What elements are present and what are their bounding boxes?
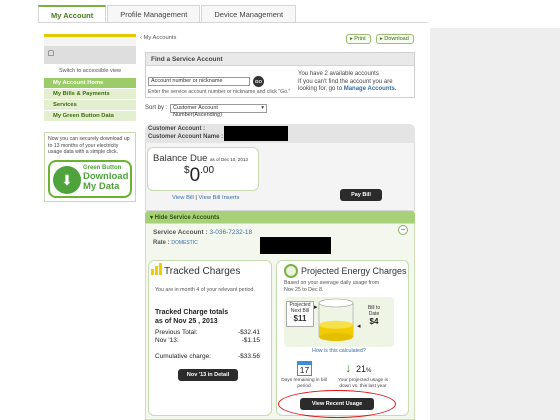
account-search-hint: Enter the service account number or nick… bbox=[148, 89, 291, 95]
manage-accounts-link[interactable]: Manage Accounts. bbox=[344, 86, 397, 92]
bill-to-date-label: Bill to Date $4 bbox=[367, 305, 381, 326]
redacted-service-info bbox=[260, 237, 331, 254]
green-button-logo[interactable]: ⬇ Green Button Download My Data bbox=[48, 159, 132, 198]
tracked-month-text: You are in month 4 of your relevant peri… bbox=[155, 287, 255, 293]
arrow-left-icon: ◂ bbox=[357, 323, 361, 330]
pay-bill-button[interactable]: Pay Bill bbox=[340, 189, 382, 201]
redacted-customer-info bbox=[224, 126, 288, 141]
cumulative-charge-row: Cumulative charge: -$33.56 bbox=[155, 353, 260, 360]
sidebar-item-my-account-home[interactable]: My Account Home bbox=[44, 78, 136, 89]
account-search-input[interactable]: Account number or nickname bbox=[148, 77, 250, 86]
accessible-view-link[interactable]: Switch to accessible view bbox=[44, 64, 136, 78]
usage-change-label: Your projected usage is down vs. this la… bbox=[338, 378, 388, 389]
projected-subtitle: Based on your average daily usage from N… bbox=[284, 280, 380, 293]
available-accounts-text: You have 2 available accounts If you can… bbox=[298, 71, 397, 92]
green-button-promo: Now you can securely download up to 13 m… bbox=[44, 132, 136, 202]
sidebar-header bbox=[44, 34, 136, 46]
rate-line: Rate : DOMESTIC bbox=[153, 240, 198, 246]
balance-amount: $0.00 bbox=[184, 165, 215, 186]
gauge-icon bbox=[284, 264, 298, 278]
balance-title: Balance Due as of Dec 10, 2013 bbox=[153, 153, 248, 164]
projected-next-bill-box: Projected Next Bill $11 bbox=[286, 301, 314, 327]
green-button-logo-line2: Download My Data bbox=[83, 170, 129, 192]
view-recent-usage-button[interactable]: View Recent Usage bbox=[300, 398, 374, 410]
tracked-charges-icon bbox=[151, 263, 162, 275]
sort-label: Sort by : bbox=[145, 105, 168, 111]
service-account-number[interactable]: 3-036-7232-18 bbox=[209, 229, 252, 236]
main-tabs: My Account Profile Management Device Man… bbox=[38, 5, 297, 23]
sidebar-lock-bar bbox=[44, 46, 136, 64]
service-account-line: Service Account : 3-036-7232-18 bbox=[153, 229, 253, 236]
tab-my-account[interactable]: My Account bbox=[38, 5, 107, 23]
print-button[interactable]: ▸ Print bbox=[346, 34, 371, 44]
month-detail-button[interactable]: Nov '13 in Detail bbox=[178, 369, 238, 381]
days-remaining-label: Days remaining in bill period bbox=[281, 378, 327, 389]
chevron-down-icon: ▾ bbox=[261, 105, 264, 111]
customer-account-name-label: Customer Account Name : bbox=[148, 134, 224, 140]
hide-service-accounts-toggle[interactable]: ▾ Hide Service Accounts bbox=[150, 214, 219, 221]
arrow-down-icon: ↓ bbox=[345, 360, 352, 375]
green-button-text: Now you can securely download up to 13 m… bbox=[48, 136, 130, 155]
tracked-charges-list: Previous Total: -$32.41 Nov '13: -$1.15 bbox=[155, 329, 260, 344]
tab-device-management[interactable]: Device Management bbox=[201, 5, 297, 23]
lock-icon bbox=[48, 50, 54, 56]
download-arrow-icon: ⬇ bbox=[53, 165, 81, 194]
sort-select[interactable]: Customer Account Number(Ascending) ▾ bbox=[170, 104, 267, 118]
sidebar-item-services[interactable]: Services bbox=[44, 100, 136, 111]
balance-card: Balance Due as of Dec 10, 2013 $0.00 bbox=[147, 147, 259, 191]
bill-links: View Bill | View Bill Inserts bbox=[172, 195, 240, 201]
view-bill-inserts-link[interactable]: View Bill Inserts bbox=[199, 195, 240, 201]
tracked-charges-title: Tracked Charges bbox=[164, 266, 241, 277]
view-bill-link[interactable]: View Bill bbox=[172, 195, 194, 201]
usage-change-percent: 21% bbox=[356, 364, 372, 374]
download-button[interactable]: ▸ Download bbox=[376, 34, 414, 44]
projected-charges-title: Projected Energy Charges bbox=[301, 266, 407, 276]
sidebar-item-green-button-data[interactable]: My Green Button Data bbox=[44, 111, 136, 122]
energy-cylinder-gauge bbox=[318, 298, 354, 341]
go-button[interactable]: GO bbox=[253, 76, 264, 87]
collapse-icon[interactable]: − bbox=[398, 225, 408, 235]
tracked-totals-title: Tracked Charge totals as of Nov 25 , 2013 bbox=[155, 309, 229, 325]
tab-profile-management[interactable]: Profile Management bbox=[107, 5, 201, 23]
customer-account-label: Customer Account : bbox=[148, 126, 206, 132]
sidebar-item-bills-payments[interactable]: My Bills & Payments bbox=[44, 89, 136, 100]
right-gray-panel bbox=[430, 28, 560, 420]
how-calculated-link[interactable]: How is this calculated? bbox=[312, 348, 366, 354]
arrow-right-icon: ▸ bbox=[314, 304, 318, 311]
tabs-divider bbox=[38, 22, 428, 23]
days-remaining-value: 17 bbox=[297, 364, 312, 376]
sidebar: Switch to accessible view My Account Hom… bbox=[44, 34, 136, 420]
breadcrumb[interactable]: ‹ My Accounts bbox=[140, 35, 176, 41]
find-account-title: Find a Service Account bbox=[146, 53, 414, 66]
